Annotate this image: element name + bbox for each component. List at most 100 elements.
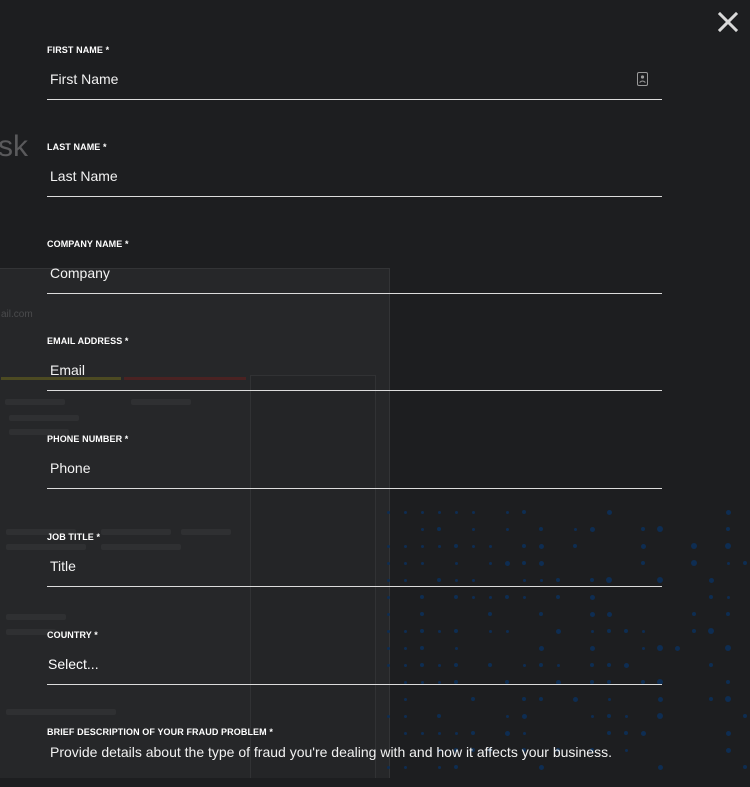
- background-dot: [556, 595, 560, 599]
- background-line: [56, 709, 116, 715]
- background-dot: [505, 510, 509, 514]
- phone-number-input[interactable]: [47, 450, 662, 486]
- background-dot: [725, 543, 731, 549]
- contact-card-icon[interactable]: [637, 72, 648, 86]
- first-name-input[interactable]: [47, 61, 662, 97]
- background-dot: [725, 645, 731, 651]
- background-dot: [471, 697, 475, 701]
- fraud-description-textarea[interactable]: [47, 742, 662, 782]
- background-dot: [522, 510, 526, 514]
- background-dot: [505, 714, 509, 718]
- background-line: [131, 399, 191, 405]
- last-name-underline: [47, 196, 662, 197]
- background-dot: [386, 595, 390, 599]
- background-dot: [725, 747, 731, 753]
- background-line: [9, 415, 79, 421]
- company-name-label: COMPANY NAME *: [47, 239, 129, 249]
- background-dot: [743, 561, 747, 565]
- background-dot: [573, 527, 577, 531]
- company-name-underline: [47, 293, 662, 294]
- first-name-label: FIRST NAME *: [47, 45, 110, 55]
- background-dot: [607, 697, 611, 701]
- background-dot: [691, 560, 697, 566]
- background-dot: [403, 697, 407, 701]
- email-address-field: EMAIL ADDRESS *: [47, 336, 662, 396]
- background-dot: [590, 714, 594, 718]
- job-title-field: JOB TITLE *: [47, 532, 662, 592]
- phone-number-underline: [47, 488, 662, 489]
- background-dot: [572, 696, 578, 702]
- background-dot: [454, 595, 458, 599]
- background-dot: [691, 543, 697, 549]
- close-button[interactable]: [716, 10, 740, 34]
- email-address-underline: [47, 390, 662, 391]
- background-dot: [420, 595, 424, 599]
- background-dot: [624, 714, 628, 718]
- background-dot: [403, 510, 407, 514]
- background-dot: [657, 713, 663, 719]
- background-dot: [505, 527, 509, 531]
- background-dot: [403, 714, 407, 718]
- email-address-input[interactable]: [47, 352, 662, 388]
- country-label: COUNTRY *: [47, 630, 98, 640]
- background-line: [6, 614, 66, 620]
- job-title-label: JOB TITLE *: [47, 532, 101, 542]
- background-dot: [692, 629, 696, 633]
- background-heading: sk: [0, 130, 28, 163]
- background-dot: [386, 714, 390, 718]
- background-dot: [488, 612, 492, 616]
- background-dot: [386, 510, 390, 514]
- background-dot: [522, 595, 526, 599]
- fraud-description-label: BRIEF DESCRIPTION OF YOUR FRAUD PROBLEM …: [47, 727, 273, 737]
- background-dot: [709, 595, 713, 599]
- fraud-description-field: BRIEF DESCRIPTION OF YOUR FRAUD PROBLEM …: [47, 727, 662, 787]
- background-dot: [708, 628, 714, 634]
- background-dot: [641, 527, 645, 531]
- background-email-text: ail.com: [1, 309, 33, 320]
- background-dot: [692, 612, 696, 616]
- background-dot: [437, 510, 441, 514]
- country-field: COUNTRY * Select...: [47, 630, 662, 690]
- company-name-input[interactable]: [47, 255, 662, 291]
- background-dot: [606, 509, 612, 515]
- background-dot: [488, 595, 492, 599]
- country-select[interactable]: Select...: [47, 646, 663, 682]
- phone-number-label: PHONE NUMBER *: [47, 434, 129, 444]
- background-dot: [539, 612, 543, 616]
- background-dot: [725, 696, 731, 702]
- background-dot: [539, 527, 543, 531]
- background-dot: [521, 713, 527, 719]
- email-address-label: EMAIL ADDRESS *: [47, 336, 129, 346]
- background-dot: [743, 714, 747, 718]
- company-name-field: COMPANY NAME *: [47, 239, 662, 299]
- background-dot: [607, 714, 611, 718]
- background-dot: [606, 611, 612, 617]
- background-dot: [726, 561, 730, 565]
- first-name-field: FIRST NAME *: [47, 45, 662, 105]
- background-dot: [743, 765, 747, 769]
- background-dot: [708, 577, 714, 583]
- background-dot: [709, 663, 713, 667]
- background-dot: [522, 697, 526, 701]
- last-name-label: LAST NAME *: [47, 142, 107, 152]
- background-dot: [674, 645, 680, 651]
- close-icon: [717, 11, 739, 33]
- background-dot: [726, 612, 730, 616]
- last-name-field: LAST NAME *: [47, 142, 662, 202]
- background-dot: [589, 611, 595, 617]
- background-dot: [726, 680, 730, 684]
- background-dot: [420, 612, 424, 616]
- background-dot: [589, 594, 595, 600]
- background-dot: [725, 730, 731, 736]
- background-dot: [589, 526, 595, 532]
- job-title-input[interactable]: [47, 548, 662, 584]
- last-name-input[interactable]: [47, 158, 662, 194]
- background-dot: [437, 527, 441, 531]
- phone-number-field: PHONE NUMBER *: [47, 434, 662, 494]
- background-dot: [471, 527, 475, 531]
- background-dot: [386, 612, 390, 616]
- background-dot: [437, 714, 441, 718]
- background-dot: [726, 527, 730, 531]
- background-dot: [539, 697, 543, 701]
- background-dot: [454, 510, 458, 514]
